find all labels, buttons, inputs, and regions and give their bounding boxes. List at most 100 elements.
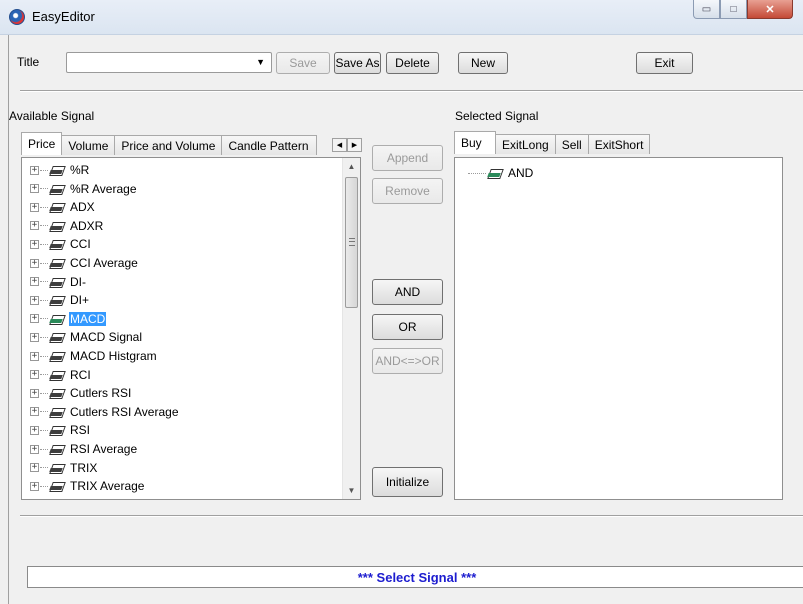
tree-item[interactable]: + MACD Signal xyxy=(30,328,143,346)
and-or-toggle-button[interactable]: AND<=>OR xyxy=(372,348,443,374)
tab-scroll-left-icon[interactable]: ◀ xyxy=(332,138,347,152)
tree-item[interactable]: + CCI Average xyxy=(30,254,139,272)
tab-volume[interactable]: Volume xyxy=(61,135,116,155)
tree-root-node[interactable]: AND xyxy=(467,164,534,182)
title-bar: EasyEditor ▭ □ ✕ xyxy=(0,0,803,35)
tree-item[interactable]: + DI+ xyxy=(30,291,90,309)
expand-icon[interactable]: + xyxy=(30,407,39,417)
dropdown-arrow-icon[interactable]: ▼ xyxy=(256,57,265,67)
tree-item[interactable]: + ADX xyxy=(30,198,96,216)
initialize-button[interactable]: Initialize xyxy=(372,467,443,497)
tab-price[interactable]: Price xyxy=(21,132,63,155)
tree-item[interactable]: + %R xyxy=(30,161,90,179)
title-combobox[interactable]: ▼ xyxy=(66,52,272,73)
selected-signal-tree[interactable]: AND xyxy=(454,157,783,500)
tree-item[interactable]: + MACD Histgram xyxy=(30,347,158,365)
scroll-down-icon[interactable]: ▼ xyxy=(343,482,360,499)
expand-icon[interactable]: + xyxy=(30,332,39,342)
title-label: Title xyxy=(17,55,40,69)
delete-button[interactable]: Delete xyxy=(386,52,439,74)
tab-price-and-volume[interactable]: Price and Volume xyxy=(114,135,223,155)
tree-item[interactable]: + CCI xyxy=(30,235,92,253)
expand-icon[interactable]: + xyxy=(30,202,39,212)
minimize-button[interactable]: ▭ xyxy=(693,0,720,19)
expand-icon[interactable]: + xyxy=(30,184,39,194)
expand-icon[interactable]: + xyxy=(30,351,39,361)
scroll-thumb[interactable] xyxy=(345,177,358,308)
status-bar: *** Select Signal *** xyxy=(27,566,803,588)
tree-connector xyxy=(40,355,48,357)
expand-icon[interactable]: + xyxy=(30,444,39,454)
signal-icon xyxy=(49,462,65,474)
tree-item[interactable]: + RCI xyxy=(30,366,92,384)
expand-icon[interactable]: + xyxy=(30,463,39,473)
remove-button[interactable]: Remove xyxy=(372,178,443,204)
tree-connector xyxy=(468,172,486,174)
signal-icon xyxy=(49,424,65,436)
tree-item[interactable]: + TRIX Average xyxy=(30,477,145,495)
root-node-label: AND xyxy=(508,166,534,180)
tree-connector xyxy=(40,485,48,487)
window-title: EasyEditor xyxy=(32,9,95,24)
signal-icon xyxy=(49,313,65,325)
tab-scroll-right-icon[interactable]: ▶ xyxy=(347,138,362,152)
signal-icon xyxy=(49,443,65,455)
save-as-button[interactable]: Save As xyxy=(334,52,381,74)
signal-icon xyxy=(49,294,65,306)
close-button[interactable]: ✕ xyxy=(747,0,793,19)
tree-item-label: TRIX Average xyxy=(70,479,145,494)
tree-item[interactable]: + %R Average xyxy=(30,180,138,198)
signal-icon xyxy=(49,369,65,381)
tree-scrollbar[interactable]: ▲ ▼ xyxy=(342,158,360,499)
available-signal-tree[interactable]: + %R + %R Average + ADX + ADXR + CCI + CCI Average +… xyxy=(21,157,361,500)
tree-item[interactable]: + Cutlers RSI xyxy=(30,384,132,402)
save-button[interactable]: Save xyxy=(276,52,330,74)
maximize-button[interactable]: □ xyxy=(720,0,747,19)
expand-icon[interactable]: + xyxy=(30,239,39,249)
expand-icon[interactable]: + xyxy=(30,258,39,268)
tab-sell[interactable]: Sell xyxy=(554,134,589,154)
tree-connector xyxy=(40,448,48,450)
tree-item-label: ADX xyxy=(70,200,95,215)
and-button[interactable]: AND xyxy=(372,279,443,305)
tab-exitlong[interactable]: ExitLong xyxy=(495,134,556,154)
tree-connector xyxy=(40,392,48,394)
expand-icon[interactable]: + xyxy=(30,165,39,175)
tree-item-label: DI- xyxy=(70,274,86,289)
tree-item[interactable]: + DI- xyxy=(30,273,87,291)
new-button[interactable]: New xyxy=(458,52,508,74)
expand-icon[interactable]: + xyxy=(30,388,39,398)
grip-icon xyxy=(349,238,355,246)
or-button[interactable]: OR xyxy=(372,314,443,340)
tab-exitshort[interactable]: ExitShort xyxy=(587,134,651,154)
toolbar-divider xyxy=(20,90,803,92)
tree-item-label: Cutlers RSI Average xyxy=(70,404,179,419)
tree-item[interactable]: + Cutlers RSI Average xyxy=(30,403,180,421)
tree-connector xyxy=(40,188,48,190)
exit-button[interactable]: Exit xyxy=(636,52,693,74)
tree-item[interactable]: + RSI Average xyxy=(30,440,138,458)
tree-item[interactable]: + ADXR xyxy=(30,217,104,235)
expand-icon[interactable]: + xyxy=(30,277,39,287)
expand-icon[interactable]: + xyxy=(30,221,39,231)
tree-item-label: DI+ xyxy=(70,293,90,308)
available-tabs: Price Volume Price and Volume Candle Pat… xyxy=(21,132,318,155)
tree-connector xyxy=(40,429,48,431)
tree-item[interactable]: + RSI xyxy=(30,421,91,439)
expand-icon[interactable]: + xyxy=(30,425,39,435)
tree-item[interactable]: + MACD xyxy=(30,310,107,328)
signal-icon xyxy=(49,276,65,288)
tree-connector xyxy=(40,262,48,264)
expand-icon[interactable]: + xyxy=(30,481,39,491)
tree-item-label: RSI xyxy=(70,423,91,438)
expand-icon[interactable]: + xyxy=(30,370,39,380)
append-button[interactable]: Append xyxy=(372,145,443,171)
scroll-up-icon[interactable]: ▲ xyxy=(343,158,360,175)
tab-buy[interactable]: Buy xyxy=(454,131,496,154)
expand-icon[interactable]: + xyxy=(30,295,39,305)
expand-icon[interactable]: + xyxy=(30,314,39,324)
tree-item-label: %R xyxy=(70,163,90,177)
tree-item[interactable]: + TRIX xyxy=(30,459,98,477)
tree-item-label: MACD xyxy=(69,311,107,326)
tab-candle-pattern[interactable]: Candle Pattern xyxy=(221,135,318,155)
